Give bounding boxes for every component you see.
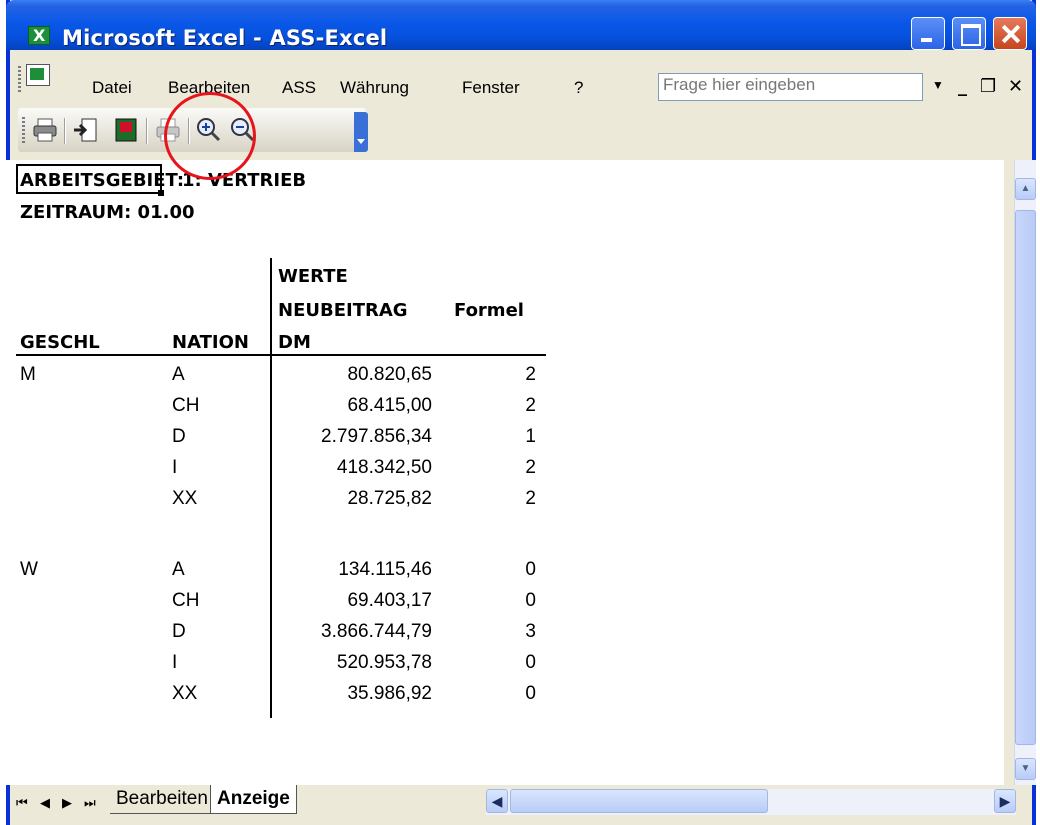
nation-cell[interactable]: D (172, 426, 186, 448)
zeitraum-label[interactable]: ZEITRAUM: 01.00 (20, 202, 195, 224)
toolbar-separator (64, 118, 66, 144)
menu-ass[interactable]: ASS (282, 78, 316, 98)
menu-datei[interactable]: Datei (92, 78, 132, 98)
nation-cell[interactable]: D (172, 621, 186, 643)
help-search-input[interactable]: Frage hier eingeben (658, 73, 923, 101)
nation-cell[interactable]: XX (172, 683, 197, 705)
menu-fenster[interactable]: Fenster (462, 78, 520, 98)
arbeitsgebiet-label[interactable]: ARBEITSGEBIET: (20, 170, 184, 192)
formel-cell[interactable]: 3 (480, 621, 536, 643)
neubeitrag-header[interactable]: NEUBEITRAG (278, 300, 408, 322)
workbook-icon[interactable] (26, 64, 50, 86)
value-cell[interactable]: 520.953,78 (280, 652, 432, 674)
sheet-tab-bar: ⏮ ◀ ▶ ⏭ Bearbeiten Anzeige ◀ ▶ (10, 785, 1032, 819)
help-dropdown-icon[interactable]: ▼ (932, 78, 944, 92)
formel-cell[interactable]: 0 (480, 652, 536, 674)
value-cell[interactable]: 134.115,46 (280, 559, 432, 581)
print-icon[interactable] (32, 116, 60, 144)
nation-cell[interactable]: I (172, 457, 177, 479)
geschl-cell[interactable]: W (20, 559, 38, 581)
value-cell[interactable]: 80.820,65 (280, 364, 432, 386)
excel-app-icon[interactable] (28, 26, 50, 45)
scroll-left-button[interactable]: ◀ (486, 789, 508, 813)
value-cell[interactable]: 418.342,50 (280, 457, 432, 479)
formel-cell[interactable]: 1 (480, 426, 536, 448)
werte-header[interactable]: WERTE (278, 266, 348, 288)
column-divider (270, 258, 272, 718)
tab-anzeige[interactable]: Anzeige (210, 785, 297, 814)
value-cell[interactable]: 3.866.744,79 (280, 621, 432, 643)
toolbar (10, 104, 1032, 156)
geschl-header[interactable]: GESCHL (20, 332, 100, 354)
nation-cell[interactable]: I (172, 652, 177, 674)
menu-bar: Datei Bearbeiten ASS Währung Fenster ? F… (10, 50, 1032, 104)
dm-header[interactable]: DM (278, 332, 311, 354)
formel-cell[interactable]: 2 (480, 395, 536, 417)
scroll-up-button[interactable]: ▲ (1015, 178, 1036, 200)
scroll-right-button[interactable]: ▶ (994, 789, 1016, 813)
vertical-scrollbar[interactable]: ▲ ▼ (1014, 160, 1036, 785)
tab-bearbeiten[interactable]: Bearbeiten (110, 785, 214, 814)
header-divider (16, 354, 546, 356)
vertical-scroll-thumb[interactable] (1015, 210, 1036, 745)
menubar-grip[interactable] (18, 66, 21, 92)
nation-cell[interactable]: A (172, 364, 185, 386)
annotation-circle (164, 92, 256, 180)
formel-cell[interactable]: 2 (480, 457, 536, 479)
last-sheet-button[interactable]: ⏭ (84, 795, 96, 811)
scroll-down-button[interactable]: ▼ (1015, 758, 1036, 780)
value-cell[interactable]: 35.986,92 (280, 683, 432, 705)
formel-cell[interactable]: 0 (480, 559, 536, 581)
minimize-button[interactable] (911, 17, 945, 50)
horizontal-scrollbar[interactable]: ◀ ▶ (486, 789, 1016, 815)
next-sheet-button[interactable]: ▶ (62, 795, 72, 811)
value-cell[interactable]: 68.415,00 (280, 395, 432, 417)
formel-cell[interactable]: 2 (480, 364, 536, 386)
title-bar[interactable]: Microsoft Excel - ASS-Excel (6, 0, 1036, 50)
toolbar-grip[interactable] (22, 117, 25, 143)
formel-cell[interactable]: 0 (480, 590, 536, 612)
exit-icon[interactable] (112, 116, 140, 144)
value-cell[interactable]: 2.797.856,34 (280, 426, 432, 448)
nation-cell[interactable]: CH (172, 590, 199, 612)
first-sheet-button[interactable]: ⏮ (16, 795, 28, 811)
maximize-button[interactable] (952, 17, 986, 50)
toolbar-separator (146, 118, 148, 144)
window-title: Microsoft Excel - ASS-Excel (62, 26, 388, 50)
toolbar-options-chevron[interactable] (354, 112, 368, 152)
prev-sheet-button[interactable]: ◀ (40, 795, 50, 811)
nation-header[interactable]: NATION (172, 332, 249, 354)
formel-header[interactable]: Formel (454, 300, 524, 322)
geschl-cell[interactable]: M (20, 364, 36, 386)
menu-waehrung[interactable]: Währung (340, 78, 409, 98)
formel-cell[interactable]: 2 (480, 488, 536, 510)
doc-minimize-button[interactable]: _ (958, 76, 967, 97)
doc-close-button[interactable]: ✕ (1008, 76, 1023, 97)
nation-cell[interactable]: CH (172, 395, 199, 417)
menu-help[interactable]: ? (574, 78, 583, 98)
formel-cell[interactable]: 0 (480, 683, 536, 705)
value-cell[interactable]: 69.403,17 (280, 590, 432, 612)
value-cell[interactable]: 28.725,82 (280, 488, 432, 510)
doc-restore-button[interactable]: ❐ (980, 76, 996, 97)
nation-cell[interactable]: XX (172, 488, 197, 510)
horizontal-scroll-thumb[interactable] (510, 789, 768, 813)
close-button[interactable] (993, 17, 1027, 50)
import-icon[interactable] (72, 116, 100, 144)
nation-cell[interactable]: A (172, 559, 185, 581)
